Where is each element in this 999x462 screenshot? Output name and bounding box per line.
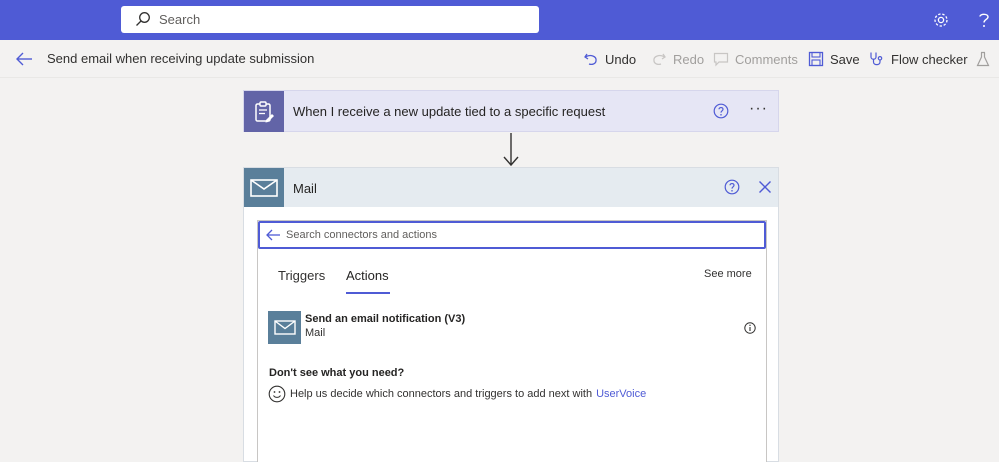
tab-triggers[interactable]: Triggers [278, 268, 325, 283]
flow-checker-button[interactable]: Flow checker [869, 49, 968, 69]
stethoscope-icon [870, 52, 883, 66]
connector-arrow-icon [500, 132, 522, 168]
trigger-title: When I receive a new update tied to a sp… [293, 104, 606, 119]
feedback-row: Help us decide which connectors and trig… [268, 385, 646, 403]
more-options-button[interactable]: ··· [749, 100, 768, 118]
undo-icon [584, 53, 597, 66]
command-bar: Send email when receiving update submiss… [0, 40, 999, 78]
back-arrow-icon[interactable] [265, 228, 281, 242]
redo-label: Redo [673, 51, 705, 67]
search-icon [135, 11, 151, 27]
settings-icon[interactable] [931, 10, 951, 30]
connector-search-box[interactable] [258, 221, 766, 249]
flask-icon [976, 51, 990, 67]
help-icon[interactable] [974, 10, 994, 30]
undo-label: Undo [605, 51, 637, 67]
comments-button[interactable]: Comments [713, 49, 798, 69]
help-circle-icon[interactable] [724, 179, 740, 195]
forms-clipboard-icon [244, 91, 284, 132]
active-tab-indicator [346, 292, 390, 294]
close-icon[interactable] [756, 178, 774, 196]
trigger-card[interactable]: When I receive a new update tied to a sp… [243, 90, 779, 132]
see-more-link[interactable]: See more [704, 268, 752, 280]
redo-icon [653, 53, 666, 66]
connector-search-input[interactable] [286, 223, 756, 247]
flow-checker-label: Flow checker [891, 51, 968, 67]
save-label: Save [830, 51, 860, 67]
redo-button[interactable]: Redo [651, 49, 704, 69]
feedback-text: Help us decide which connectors and trig… [290, 388, 593, 400]
action-list-item[interactable]: Send an email notification (V3) Mail [268, 311, 758, 347]
tab-actions[interactable]: Actions [346, 268, 389, 283]
flow-title: Send email when receiving update submiss… [47, 51, 315, 66]
undo-button[interactable]: Undo [583, 49, 636, 69]
comments-label: Comments [735, 51, 798, 67]
mail-action-card: Mail Triggers Actions See more Send an e… [243, 167, 779, 462]
comment-icon [713, 52, 729, 67]
save-button[interactable]: Save [808, 49, 860, 69]
global-search-input[interactable] [159, 6, 529, 33]
action-title: Send an email notification (V3) [305, 313, 466, 325]
mail-envelope-icon [268, 311, 301, 344]
global-search-box[interactable] [121, 6, 539, 33]
mail-card-title: Mail [293, 181, 317, 196]
smiley-icon [268, 385, 286, 403]
mail-envelope-icon [244, 168, 284, 207]
top-bar [0, 0, 999, 40]
connector-picker-panel: Triggers Actions See more Send an email … [257, 220, 767, 462]
uservoice-link[interactable]: UserVoice [596, 388, 646, 400]
mail-card-header[interactable]: Mail [244, 168, 778, 207]
help-circle-icon[interactable] [713, 103, 729, 119]
test-button[interactable] [976, 49, 996, 69]
save-icon [808, 51, 824, 67]
action-connector-name: Mail [305, 327, 326, 339]
dont-see-heading: Don't see what you need? [269, 367, 405, 379]
info-icon[interactable] [744, 321, 756, 334]
back-arrow-icon[interactable] [14, 50, 34, 68]
